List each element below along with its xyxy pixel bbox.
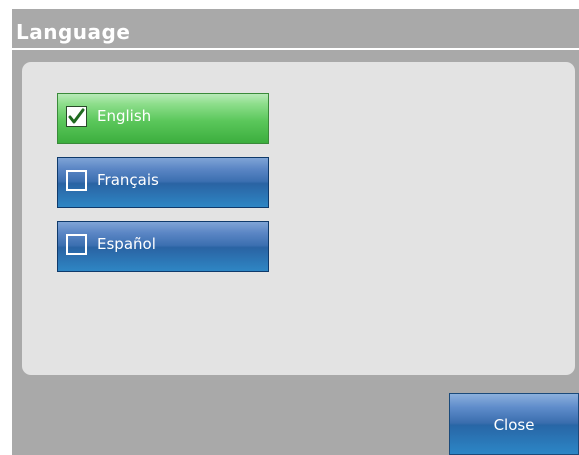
language-option-english[interactable]: English bbox=[57, 93, 269, 144]
dialog-title: Language bbox=[16, 20, 131, 44]
language-option-francais[interactable]: Français bbox=[57, 157, 269, 208]
espanol-checkbox[interactable] bbox=[66, 234, 87, 255]
english-checkbox[interactable] bbox=[66, 106, 87, 127]
language-dialog: Language English Français Español Close bbox=[12, 9, 579, 455]
language-label-francais: Français bbox=[97, 171, 159, 189]
language-panel: English Français Español bbox=[22, 62, 575, 375]
language-label-english: English bbox=[97, 107, 152, 125]
language-label-espanol: Español bbox=[97, 235, 156, 253]
title-divider bbox=[12, 48, 579, 50]
close-button-label: Close bbox=[493, 416, 535, 434]
close-button[interactable]: Close bbox=[449, 393, 579, 455]
language-option-espanol[interactable]: Español bbox=[57, 221, 269, 272]
check-icon bbox=[68, 108, 85, 124]
francais-checkbox[interactable] bbox=[66, 170, 87, 191]
